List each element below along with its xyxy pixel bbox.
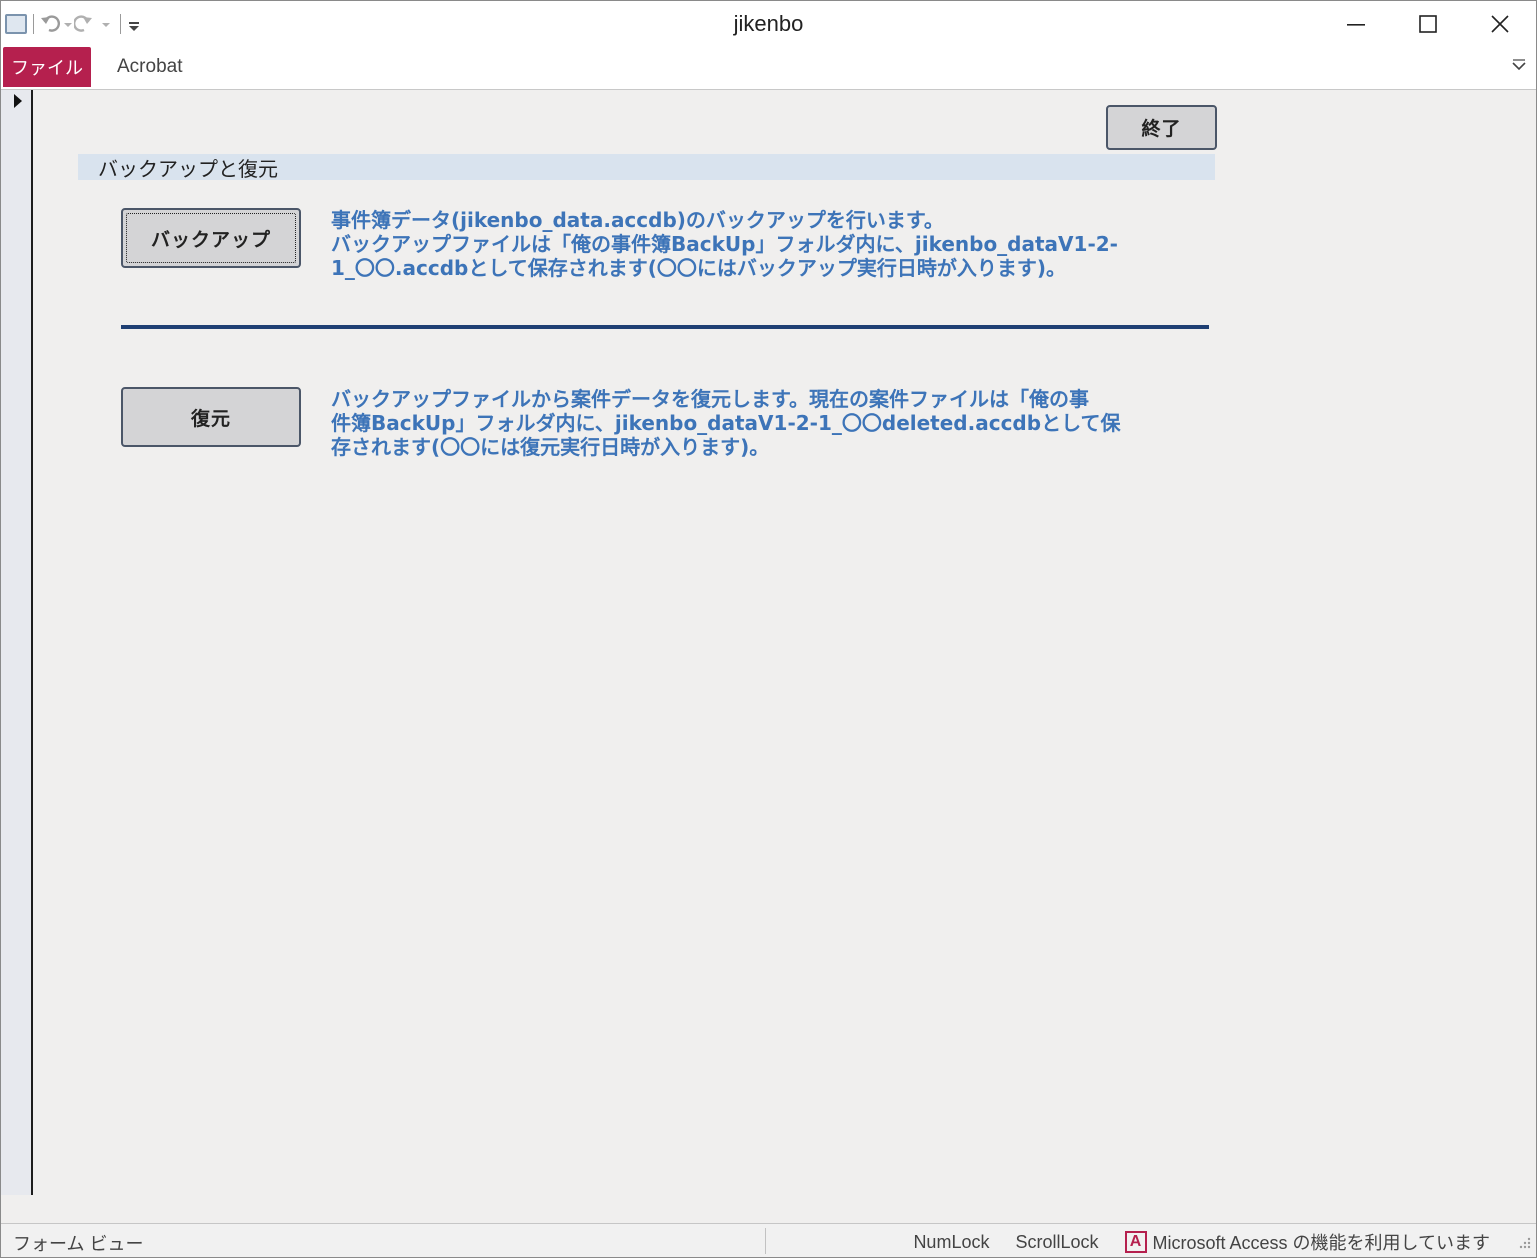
title-bar: jikenbo: [1, 1, 1536, 47]
backup-restore-form: 終了 バックアップと復元 バックアップ 事件簿データ(jikenbo_data.…: [33, 90, 1536, 1195]
status-indicators: NumLock ScrollLock A Microsoft Access の機…: [913, 1229, 1490, 1255]
minimize-icon[interactable]: [1320, 1, 1392, 47]
access-logo-icon: A: [1124, 1231, 1147, 1253]
maximize-icon[interactable]: [1392, 1, 1464, 47]
close-icon[interactable]: [1464, 1, 1536, 47]
restore-button-label: 復元: [190, 407, 231, 430]
restore-description-line: 件簿BackUp」フォルダ内に、jikenbo_dataV1-2-1_〇〇del…: [331, 411, 1121, 435]
restore-button[interactable]: 復元: [121, 387, 301, 447]
status-bar: フォーム ビュー NumLock ScrollLock A Microsoft …: [1, 1223, 1536, 1257]
ribbon-collapse-icon[interactable]: [1510, 57, 1528, 75]
backup-description: 事件簿データ(jikenbo_data.accdb)のバックアップを行います。 …: [331, 208, 1193, 280]
numlock-indicator: NumLock: [913, 1231, 990, 1252]
exit-button[interactable]: 終了: [1106, 105, 1217, 150]
window-title: jikenbo: [733, 11, 804, 36]
tab-acrobat[interactable]: Acrobat: [107, 47, 192, 87]
record-selector-arrow-icon: [14, 94, 22, 108]
backup-description-line: バックアップファイルは「俺の事件簿BackUp」フォルダ内に、jikenbo_d…: [331, 232, 1118, 256]
scrolllock-indicator: ScrollLock: [1015, 1231, 1099, 1252]
backup-button[interactable]: バックアップ: [121, 208, 301, 268]
window-controls: [1320, 1, 1536, 47]
ribbon-tabs: ファイル Acrobat: [1, 47, 1536, 90]
access-window: jikenbo ファイル Acrobat 終了 バックアップと復元 バックアップ…: [0, 0, 1537, 1258]
status-view: フォーム ビュー: [13, 1234, 144, 1254]
section-divider: [121, 325, 1209, 329]
resize-grip-icon[interactable]: [1514, 1232, 1532, 1250]
access-notice: A Microsoft Access の機能を利用しています: [1124, 1229, 1491, 1255]
backup-description-line: 事件簿データ(jikenbo_data.accdb)のバックアップを行います。: [331, 208, 944, 232]
restore-description: バックアップファイルから案件データを復元します。現在の案件ファイルは「俺の事 件…: [331, 387, 1193, 459]
restore-description-line: バックアップファイルから案件データを復元します。現在の案件ファイルは「俺の事: [331, 387, 1089, 411]
section-title: バックアップと復元: [78, 154, 1215, 181]
backup-description-line: 1_〇〇.accdbとして保存されます(〇〇にはバックアップ実行日時が入ります)…: [331, 256, 1067, 280]
backup-button-label: バックアップ: [150, 228, 271, 251]
restore-description-line: 存されます(〇〇には復元実行日時が入ります)。: [331, 435, 770, 459]
status-separator: [765, 1228, 766, 1254]
tab-file[interactable]: ファイル: [3, 47, 91, 87]
section-title-text: バックアップと復元: [98, 156, 278, 181]
form-bottom-margin: [1, 1195, 1536, 1223]
record-selector[interactable]: [1, 90, 33, 1195]
access-notice-text: Microsoft Access の機能を利用しています: [1152, 1233, 1491, 1253]
